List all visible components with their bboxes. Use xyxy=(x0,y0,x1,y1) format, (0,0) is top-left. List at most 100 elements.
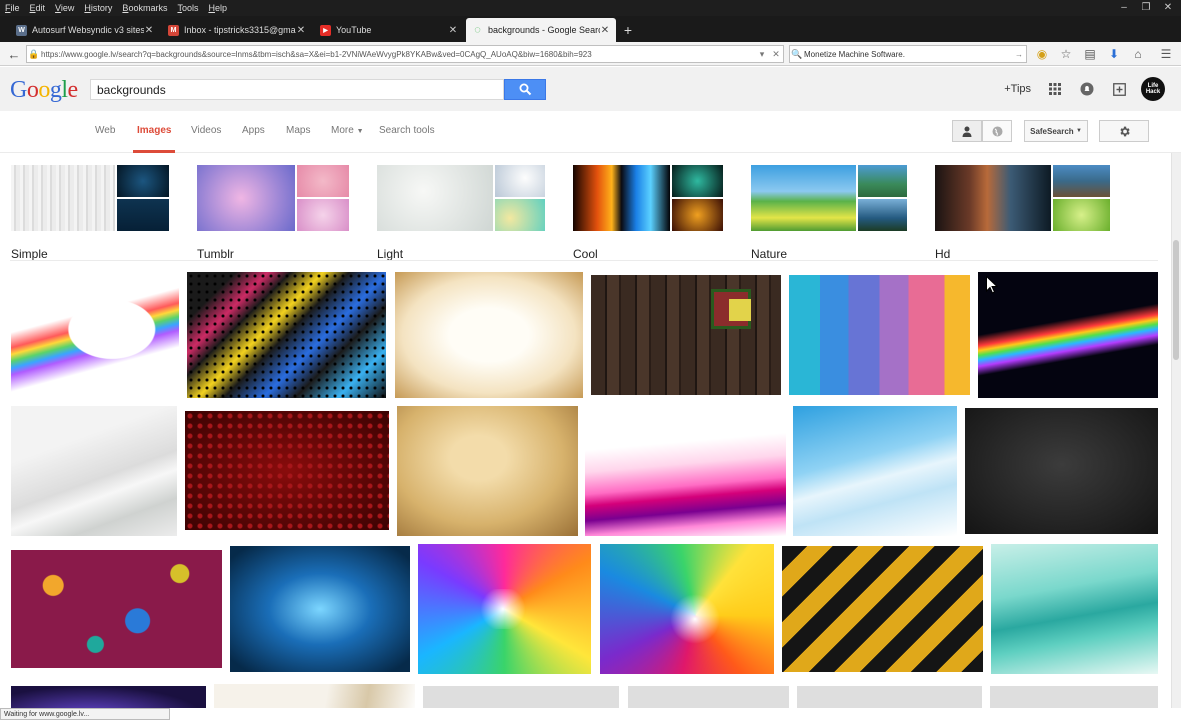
close-tab-icon[interactable]: ✕ xyxy=(144,25,154,36)
window-controls: – ❐ ✕ xyxy=(1113,0,1179,16)
tab-search-tools[interactable]: Search tools xyxy=(379,125,435,136)
personal-results-button[interactable] xyxy=(952,120,982,142)
scrollbar[interactable] xyxy=(1171,153,1181,708)
settings-button[interactable] xyxy=(1099,120,1149,142)
menu-bar: File Edit View History Bookmarks Tools H… xyxy=(0,0,1181,16)
image-result[interactable] xyxy=(187,272,386,398)
image-result[interactable] xyxy=(397,406,578,536)
close-tab-icon[interactable]: ✕ xyxy=(600,25,610,36)
tab-more[interactable]: More ▼ xyxy=(331,125,364,136)
related-thumbnail xyxy=(672,199,723,231)
menu-bookmarks[interactable]: Bookmarks xyxy=(117,3,172,13)
related-search-cool[interactable]: Cool xyxy=(573,165,723,261)
search-go-icon[interactable]: → xyxy=(1012,50,1026,59)
chevron-down-icon: ▼ xyxy=(1075,128,1082,134)
browser-search-bar[interactable]: 🔍 Monetize Machine Software. → xyxy=(789,45,1027,63)
tab-apps[interactable]: Apps xyxy=(242,125,265,136)
tab-label: backgrounds - Google Search xyxy=(488,25,600,35)
close-window-icon[interactable]: ✕ xyxy=(1157,0,1179,14)
image-placeholder[interactable] xyxy=(797,686,982,708)
image-result[interactable] xyxy=(214,684,415,708)
image-result[interactable] xyxy=(11,686,206,708)
websyndic-favicon-icon: W xyxy=(16,24,27,36)
google-search-input[interactable]: backgrounds xyxy=(90,79,504,100)
image-result[interactable] xyxy=(585,406,786,536)
image-result[interactable] xyxy=(418,544,591,674)
toolbar-icons: ◉ ☆ ▤ ⬇ ⌂ ☰ xyxy=(1030,42,1178,66)
image-result[interactable] xyxy=(600,544,774,674)
search-query-text[interactable]: backgrounds xyxy=(97,83,166,97)
image-result[interactable] xyxy=(965,408,1158,534)
menu-history[interactable]: History xyxy=(79,3,117,13)
safesearch-dropdown[interactable]: SafeSearch ▼ xyxy=(1024,120,1088,142)
image-placeholder[interactable] xyxy=(423,686,619,708)
image-result[interactable] xyxy=(11,550,222,668)
browser-tab-youtube[interactable]: ▶ YouTube ✕ xyxy=(314,18,464,42)
menu-help[interactable]: Help xyxy=(203,3,232,13)
avatar[interactable]: Life Hack xyxy=(1141,77,1165,101)
image-result[interactable] xyxy=(591,275,781,395)
menu-tools[interactable]: Tools xyxy=(172,3,203,13)
menu-edit[interactable]: Edit xyxy=(25,3,51,13)
download-icon[interactable]: ⬇ xyxy=(1102,43,1126,65)
tab-videos[interactable]: Videos xyxy=(191,125,221,136)
related-thumbnail xyxy=(495,165,545,197)
browser-tab-inbox[interactable]: M Inbox - tipstricks3315@gmail.... ✕ xyxy=(162,18,312,42)
home-icon[interactable]: ⌂ xyxy=(1126,43,1150,65)
image-result[interactable] xyxy=(789,275,970,395)
image-result[interactable] xyxy=(978,272,1158,398)
related-search-light[interactable]: Light xyxy=(377,165,545,261)
restore-icon[interactable]: ❐ xyxy=(1135,0,1157,14)
image-result[interactable] xyxy=(230,546,410,672)
menu-file[interactable]: File xyxy=(0,3,25,13)
browser-tab-google-search[interactable]: ◌ backgrounds - Google Search ✕ xyxy=(466,18,616,42)
tab-label: Autosurf Websyndic v3 sites en xyxy=(32,25,144,35)
menu-view[interactable]: View xyxy=(50,3,79,13)
related-thumbnail xyxy=(672,165,723,197)
image-result[interactable] xyxy=(395,272,583,398)
apps-grid-icon[interactable] xyxy=(1045,79,1065,99)
notifications-bell-icon[interactable] xyxy=(1077,79,1097,99)
google-logo[interactable]: Google xyxy=(10,77,78,104)
related-thumbnail xyxy=(858,165,907,197)
url-bar[interactable]: 🔒 https://www.google.lv/search?q=backgro… xyxy=(26,45,784,63)
related-thumbnail xyxy=(751,165,856,231)
minimize-icon[interactable]: – xyxy=(1113,0,1135,14)
scrollbar-thumb[interactable] xyxy=(1173,240,1179,360)
stop-icon[interactable]: ✕ xyxy=(769,49,783,60)
dropdown-arrow-icon[interactable]: ▾ xyxy=(755,49,769,60)
clipboard-icon[interactable]: ▤ xyxy=(1078,43,1102,65)
related-search-hd[interactable]: Hd xyxy=(935,165,1111,261)
search-engine-icon[interactable]: 🔍 xyxy=(790,49,804,60)
share-plus-icon[interactable] xyxy=(1109,79,1129,99)
tab-web[interactable]: Web xyxy=(95,125,115,136)
google-search-button[interactable] xyxy=(504,79,546,100)
image-result[interactable] xyxy=(991,544,1158,674)
close-tab-icon[interactable]: ✕ xyxy=(296,25,306,36)
related-thumbnail xyxy=(1053,199,1110,231)
image-result[interactable] xyxy=(11,273,179,398)
hamburger-menu-icon[interactable]: ☰ xyxy=(1154,43,1178,65)
tab-images[interactable]: Images xyxy=(137,125,171,136)
image-result[interactable] xyxy=(793,406,957,536)
close-tab-icon[interactable]: ✕ xyxy=(448,25,458,36)
related-search-nature[interactable]: Nature xyxy=(751,165,907,261)
related-search-simple[interactable]: Simple xyxy=(11,165,171,261)
global-results-button[interactable] xyxy=(982,120,1012,142)
bookmark-star-icon[interactable]: ☆ xyxy=(1054,43,1078,65)
image-placeholder[interactable] xyxy=(990,686,1158,708)
extension-icon[interactable]: ◉ xyxy=(1030,43,1054,65)
image-placeholder[interactable] xyxy=(628,686,789,708)
back-arrow-icon[interactable]: ← xyxy=(3,43,25,65)
new-tab-icon[interactable]: + xyxy=(618,18,638,42)
url-text[interactable]: https://www.google.lv/search?q=backgroun… xyxy=(41,50,755,59)
tab-maps[interactable]: Maps xyxy=(286,125,310,136)
related-search-tumblr[interactable]: Tumblr xyxy=(197,165,349,261)
browser-tab-autosurf[interactable]: W Autosurf Websyndic v3 sites en ✕ xyxy=(10,18,160,42)
image-result[interactable] xyxy=(11,406,177,536)
image-result[interactable] xyxy=(185,411,389,530)
youtube-favicon-icon: ▶ xyxy=(320,24,331,36)
image-result[interactable] xyxy=(782,546,983,672)
search-engine-text[interactable]: Monetize Machine Software. xyxy=(804,50,1012,59)
tips-link[interactable]: +Tips xyxy=(1004,83,1031,95)
